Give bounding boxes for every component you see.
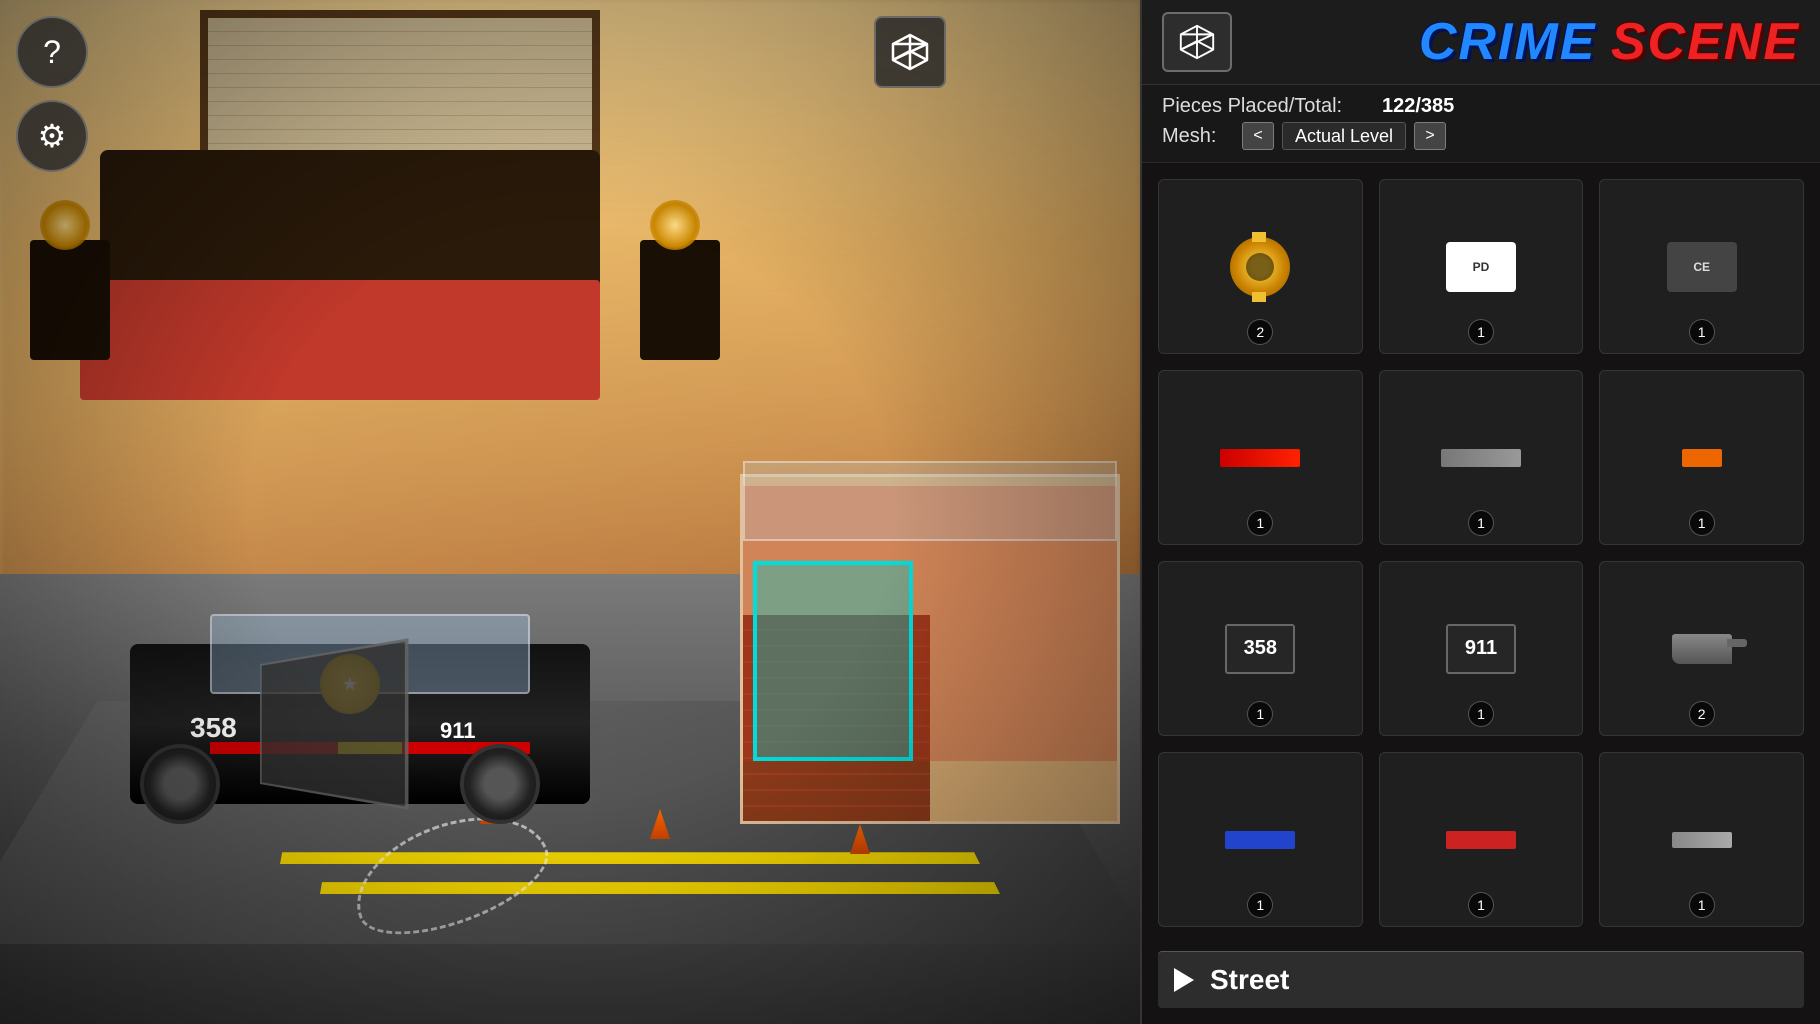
piece-slot-num-358[interactable]: 358 1 <box>1158 561 1363 736</box>
lamp-left <box>40 200 90 250</box>
nightstand-right <box>640 240 720 360</box>
piece-slot-police-door-dark[interactable]: CE 1 <box>1599 179 1804 354</box>
car-number-358: 358 <box>190 712 237 744</box>
car-number-911: 911 <box>440 718 476 744</box>
num-358-count: 1 <box>1247 701 1273 727</box>
stats-row: Pieces Placed/Total: 122/385 Mesh: < Act… <box>1142 85 1820 163</box>
gun-count: 2 <box>1689 701 1715 727</box>
piece-slot-bar-red[interactable]: 1 <box>1158 370 1363 545</box>
top-center-3d-button[interactable] <box>874 16 946 88</box>
police-vehicle: ★ 358 911 <box>100 584 600 804</box>
shop-building <box>740 474 1120 824</box>
pieces-grid: 2 PD 1 CE 1 1 1 1 358 <box>1142 163 1820 943</box>
wheel-front-left <box>140 744 220 824</box>
bar-red-sm-icon <box>1446 831 1516 849</box>
police-door-dark-icon: CE <box>1667 242 1737 292</box>
bar-blue-icon <box>1225 831 1295 849</box>
piece-slot-num-911[interactable]: 911 1 <box>1379 561 1584 736</box>
bar-gray-sm-icon <box>1672 832 1732 848</box>
gear-piece-icon <box>1230 237 1290 297</box>
car-door-open <box>260 638 408 809</box>
piece-slot-bar-gray[interactable]: 1 <box>1379 370 1584 545</box>
bar-gray-icon <box>1441 449 1521 467</box>
num-911-count: 1 <box>1468 701 1494 727</box>
settings-button[interactable]: ⚙ <box>16 100 88 172</box>
bar-red-count: 1 <box>1247 510 1273 536</box>
gear-inner <box>1246 253 1274 281</box>
3d-view-button[interactable] <box>1162 12 1232 72</box>
shop-exterior <box>740 474 1120 824</box>
nightstand-left <box>30 240 110 360</box>
bar-blue-count: 1 <box>1247 892 1273 918</box>
piece-slot-police-door-white[interactable]: PD 1 <box>1379 179 1584 354</box>
pieces-stat-line: Pieces Placed/Total: 122/385 <box>1162 95 1800 118</box>
cube-icon <box>1177 22 1217 62</box>
street-label: Street <box>1210 964 1289 996</box>
num-911-icon: 911 <box>1446 624 1516 674</box>
bar-red-icon <box>1220 449 1300 467</box>
right-panel: CRIME SCENE Pieces Placed/Total: 122/385… <box>1140 0 1820 1024</box>
gear-icon: ⚙ <box>38 117 67 155</box>
shop-window <box>753 561 913 761</box>
mesh-label: Mesh: <box>1162 125 1242 148</box>
mesh-next-button[interactable]: > <box>1414 122 1446 150</box>
lamp-right <box>650 200 700 250</box>
mesh-prev-button[interactable]: < <box>1242 122 1274 150</box>
help-button[interactable]: ? <box>16 16 88 88</box>
left-panel: ? ⚙ <box>0 0 100 188</box>
mesh-current-value: Actual Level <box>1282 122 1406 150</box>
pieces-value: 122/385 <box>1382 95 1454 118</box>
play-icon <box>1174 968 1194 992</box>
title-scene: SCENE <box>1611 13 1800 71</box>
piece-slot-gear[interactable]: 2 <box>1158 179 1363 354</box>
top-bar: CRIME SCENE <box>1142 0 1820 85</box>
game-title: CRIME SCENE <box>1252 12 1800 72</box>
num-358-icon: 358 <box>1225 624 1295 674</box>
gun-icon <box>1672 634 1732 664</box>
game-viewport: ★ 358 911 <box>0 0 1140 1024</box>
question-mark-icon: ? <box>43 34 61 71</box>
bed <box>80 280 600 400</box>
title-crime: CRIME <box>1419 13 1597 71</box>
shop-glass-top <box>743 461 1117 541</box>
3d-box-icon <box>874 16 946 88</box>
police-door-dark-count: 1 <box>1689 319 1715 345</box>
bar-orange-count: 1 <box>1689 510 1715 536</box>
bar-red-sm-count: 1 <box>1468 892 1494 918</box>
gun-barrel <box>1727 639 1747 647</box>
piece-slot-bar-orange[interactable]: 1 <box>1599 370 1804 545</box>
bar-gray-sm-count: 1 <box>1689 892 1715 918</box>
piece-slot-bar-blue[interactable]: 1 <box>1158 752 1363 927</box>
police-door-white-count: 1 <box>1468 319 1494 345</box>
piece-slot-gun[interactable]: 2 <box>1599 561 1804 736</box>
bar-gray-count: 1 <box>1468 510 1494 536</box>
piece-slot-bar-gray-sm[interactable]: 1 <box>1599 752 1804 927</box>
street-bar[interactable]: Street <box>1158 951 1804 1008</box>
gear-count: 2 <box>1247 319 1273 345</box>
bar-orange-icon <box>1682 449 1722 467</box>
police-door-white-icon: PD <box>1446 242 1516 292</box>
wheel-rear-left <box>460 744 540 824</box>
cube-icon <box>889 31 931 73</box>
mesh-controls: < Actual Level > <box>1242 122 1446 150</box>
pieces-label: Pieces Placed/Total: <box>1162 95 1382 118</box>
piece-slot-bar-red-sm[interactable]: 1 <box>1379 752 1584 927</box>
mesh-stat-line: Mesh: < Actual Level > <box>1162 122 1800 150</box>
